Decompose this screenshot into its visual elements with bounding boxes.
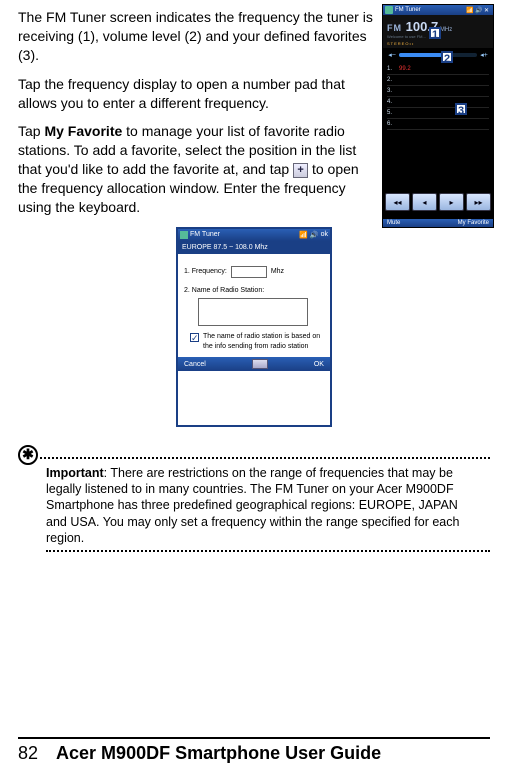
- preset-row[interactable]: 5.: [387, 108, 489, 119]
- paragraph-my-favorite: Tap My Favorite to manage your list of f…: [18, 122, 374, 216]
- dialog-softkeys: Cancel OK: [178, 357, 330, 371]
- plus-icon: +: [293, 163, 308, 178]
- preset-row[interactable]: 3.: [387, 86, 489, 97]
- text: Tap: [18, 123, 44, 139]
- step-back-button[interactable]: ◂: [412, 193, 437, 211]
- volume-down-icon[interactable]: ◂−: [387, 51, 397, 59]
- preset-row[interactable]: 4.: [387, 97, 489, 108]
- fm-titlebar: FM Tuner 📶 🔊 ✕: [383, 5, 493, 15]
- guide-title: Acer M900DF Smartphone User Guide: [56, 743, 381, 764]
- region-range: EUROPE 87.5 ~ 108.0 Mhz: [178, 241, 330, 254]
- fm-softkeys: Mute My Favorite: [383, 219, 493, 227]
- dialog-titlebar: FM Tuner 📶 🔊 ok: [178, 229, 330, 241]
- checkbox-label: The name of radio station is based on th…: [203, 332, 324, 352]
- important-text: Important: There are restrictions on the…: [46, 465, 482, 546]
- signal-icon: 📶: [299, 231, 308, 239]
- preset-list: 1.99.2 2. 3. 4. 5. 6. 3: [383, 62, 493, 132]
- important-body: : There are restrictions on the range of…: [46, 466, 459, 545]
- use-broadcast-name-checkbox[interactable]: [190, 333, 199, 342]
- my-favorite-label: My Favorite: [44, 123, 122, 139]
- mute-softkey[interactable]: Mute: [387, 220, 400, 226]
- transport-controls: ◂◂ ◂ ▸ ▸▸: [383, 191, 493, 213]
- divider: [46, 550, 490, 552]
- station-name-label: 2. Name of Radio Station:: [184, 286, 324, 296]
- important-label: Important: [46, 466, 104, 480]
- volume-slider[interactable]: [399, 53, 477, 57]
- keyboard-icon[interactable]: [252, 359, 268, 369]
- page-number: 82: [18, 743, 38, 764]
- volume-icon: 🔊: [310, 231, 319, 239]
- frequency-display[interactable]: FM 100.7 MHz Welcome to use FM... STEREO…: [383, 15, 493, 48]
- frequency-unit: MHz: [440, 27, 452, 33]
- app-title: FM Tuner: [395, 7, 421, 13]
- frequency-input[interactable]: [231, 266, 267, 278]
- windows-start-icon: [385, 6, 393, 14]
- scan-forward-button[interactable]: ▸▸: [466, 193, 491, 211]
- fm-tuner-screenshot: FM Tuner 📶 🔊 ✕ FM 100.7 MHz Welcome to u…: [382, 4, 494, 228]
- frequency-unit-label: Mhz: [271, 267, 284, 277]
- paragraph-tap-frequency: Tap the frequency display to open a numb…: [18, 75, 374, 113]
- signal-icon: 📶: [466, 7, 473, 14]
- preset-row[interactable]: 1.99.2: [387, 64, 489, 75]
- cancel-button[interactable]: Cancel: [184, 361, 206, 368]
- preset-row[interactable]: 2.: [387, 75, 489, 86]
- callout-3: 3: [455, 103, 467, 115]
- preset-row[interactable]: 6.: [387, 119, 489, 130]
- ok-icon[interactable]: ok: [321, 231, 328, 238]
- dialog-app-title: FM Tuner: [190, 231, 220, 238]
- scan-back-button[interactable]: ◂◂: [385, 193, 410, 211]
- station-name-input[interactable]: [198, 298, 308, 326]
- stereo-indicator: STEREO••: [387, 41, 491, 46]
- callout-2: 2: [441, 51, 453, 63]
- close-icon: ✕: [484, 7, 491, 14]
- divider: [40, 457, 490, 459]
- frequency-allocation-screenshot: FM Tuner 📶 🔊 ok EUROPE 87.5 ~ 108.0 Mhz …: [176, 227, 332, 427]
- info-icon: ✱: [18, 445, 38, 465]
- page-footer: 82 Acer M900DF Smartphone User Guide: [18, 737, 490, 764]
- volume-up-icon[interactable]: ◂+: [479, 51, 489, 59]
- myfavorite-softkey[interactable]: My Favorite: [458, 220, 489, 226]
- fm-logo: FM: [387, 23, 402, 33]
- callout-1: 1: [429, 27, 441, 39]
- volume-row[interactable]: ◂− ◂+ 2: [383, 48, 493, 62]
- paragraph-overview: The FM Tuner screen indicates the freque…: [18, 8, 374, 65]
- ok-button[interactable]: OK: [314, 361, 324, 368]
- step-forward-button[interactable]: ▸: [439, 193, 464, 211]
- frequency-label: 1. Frequency:: [184, 267, 227, 277]
- important-note: ✱ Important: There are restrictions on t…: [18, 445, 490, 552]
- volume-icon: 🔊: [475, 7, 482, 14]
- windows-start-icon: [180, 231, 188, 239]
